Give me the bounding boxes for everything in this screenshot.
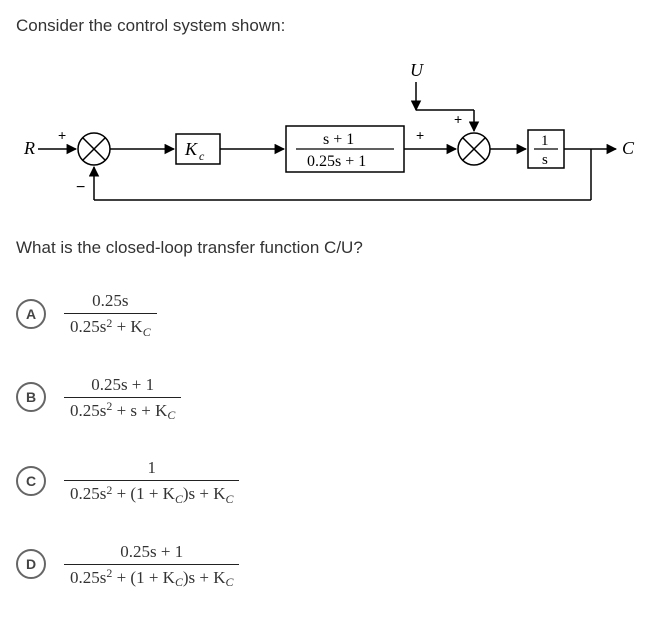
sum1-plus: + [58, 127, 66, 143]
option-b[interactable]: B 0.25s + 1 0.25s2 + s + KC [16, 362, 639, 440]
question-text: Consider the control system shown: [16, 16, 639, 36]
option-a-expression: 0.25s 0.25s2 + KC [64, 290, 157, 338]
input-r-label: R [23, 138, 35, 158]
output-c-label: C [622, 138, 635, 158]
plant-num: s + 1 [323, 131, 354, 148]
option-d[interactable]: D 0.25s + 1 0.25s2 + (1 + KC)s + KC [16, 529, 639, 607]
option-d-expression: 0.25s + 1 0.25s2 + (1 + KC)s + KC [64, 541, 239, 589]
integrator-den: s [542, 152, 548, 168]
controller-k-top: K [184, 139, 198, 159]
option-d-letter: D [16, 549, 46, 579]
integrator-num: 1 [541, 133, 549, 149]
plant-den: 0.25s + 1 [307, 153, 366, 170]
sum1-minus: − [76, 179, 85, 196]
block-diagram: R + K c s + 1 0.25s + 1 + U + [16, 52, 639, 222]
subquestion-text: What is the closed-loop transfer functio… [16, 238, 639, 258]
sum2-plus2: + [454, 111, 462, 127]
option-a[interactable]: A 0.25s 0.25s2 + KC [16, 278, 639, 356]
option-c[interactable]: C 1 0.25s2 + (1 + KC)s + KC [16, 445, 639, 523]
option-c-expression: 1 0.25s2 + (1 + KC)s + KC [64, 457, 239, 505]
option-b-expression: 0.25s + 1 0.25s2 + s + KC [64, 374, 181, 422]
option-a-letter: A [16, 299, 46, 329]
sum2-plus1: + [416, 127, 424, 143]
option-b-letter: B [16, 382, 46, 412]
controller-k-sub: c [199, 149, 205, 163]
disturbance-u-label: U [410, 60, 424, 80]
option-c-letter: C [16, 466, 46, 496]
